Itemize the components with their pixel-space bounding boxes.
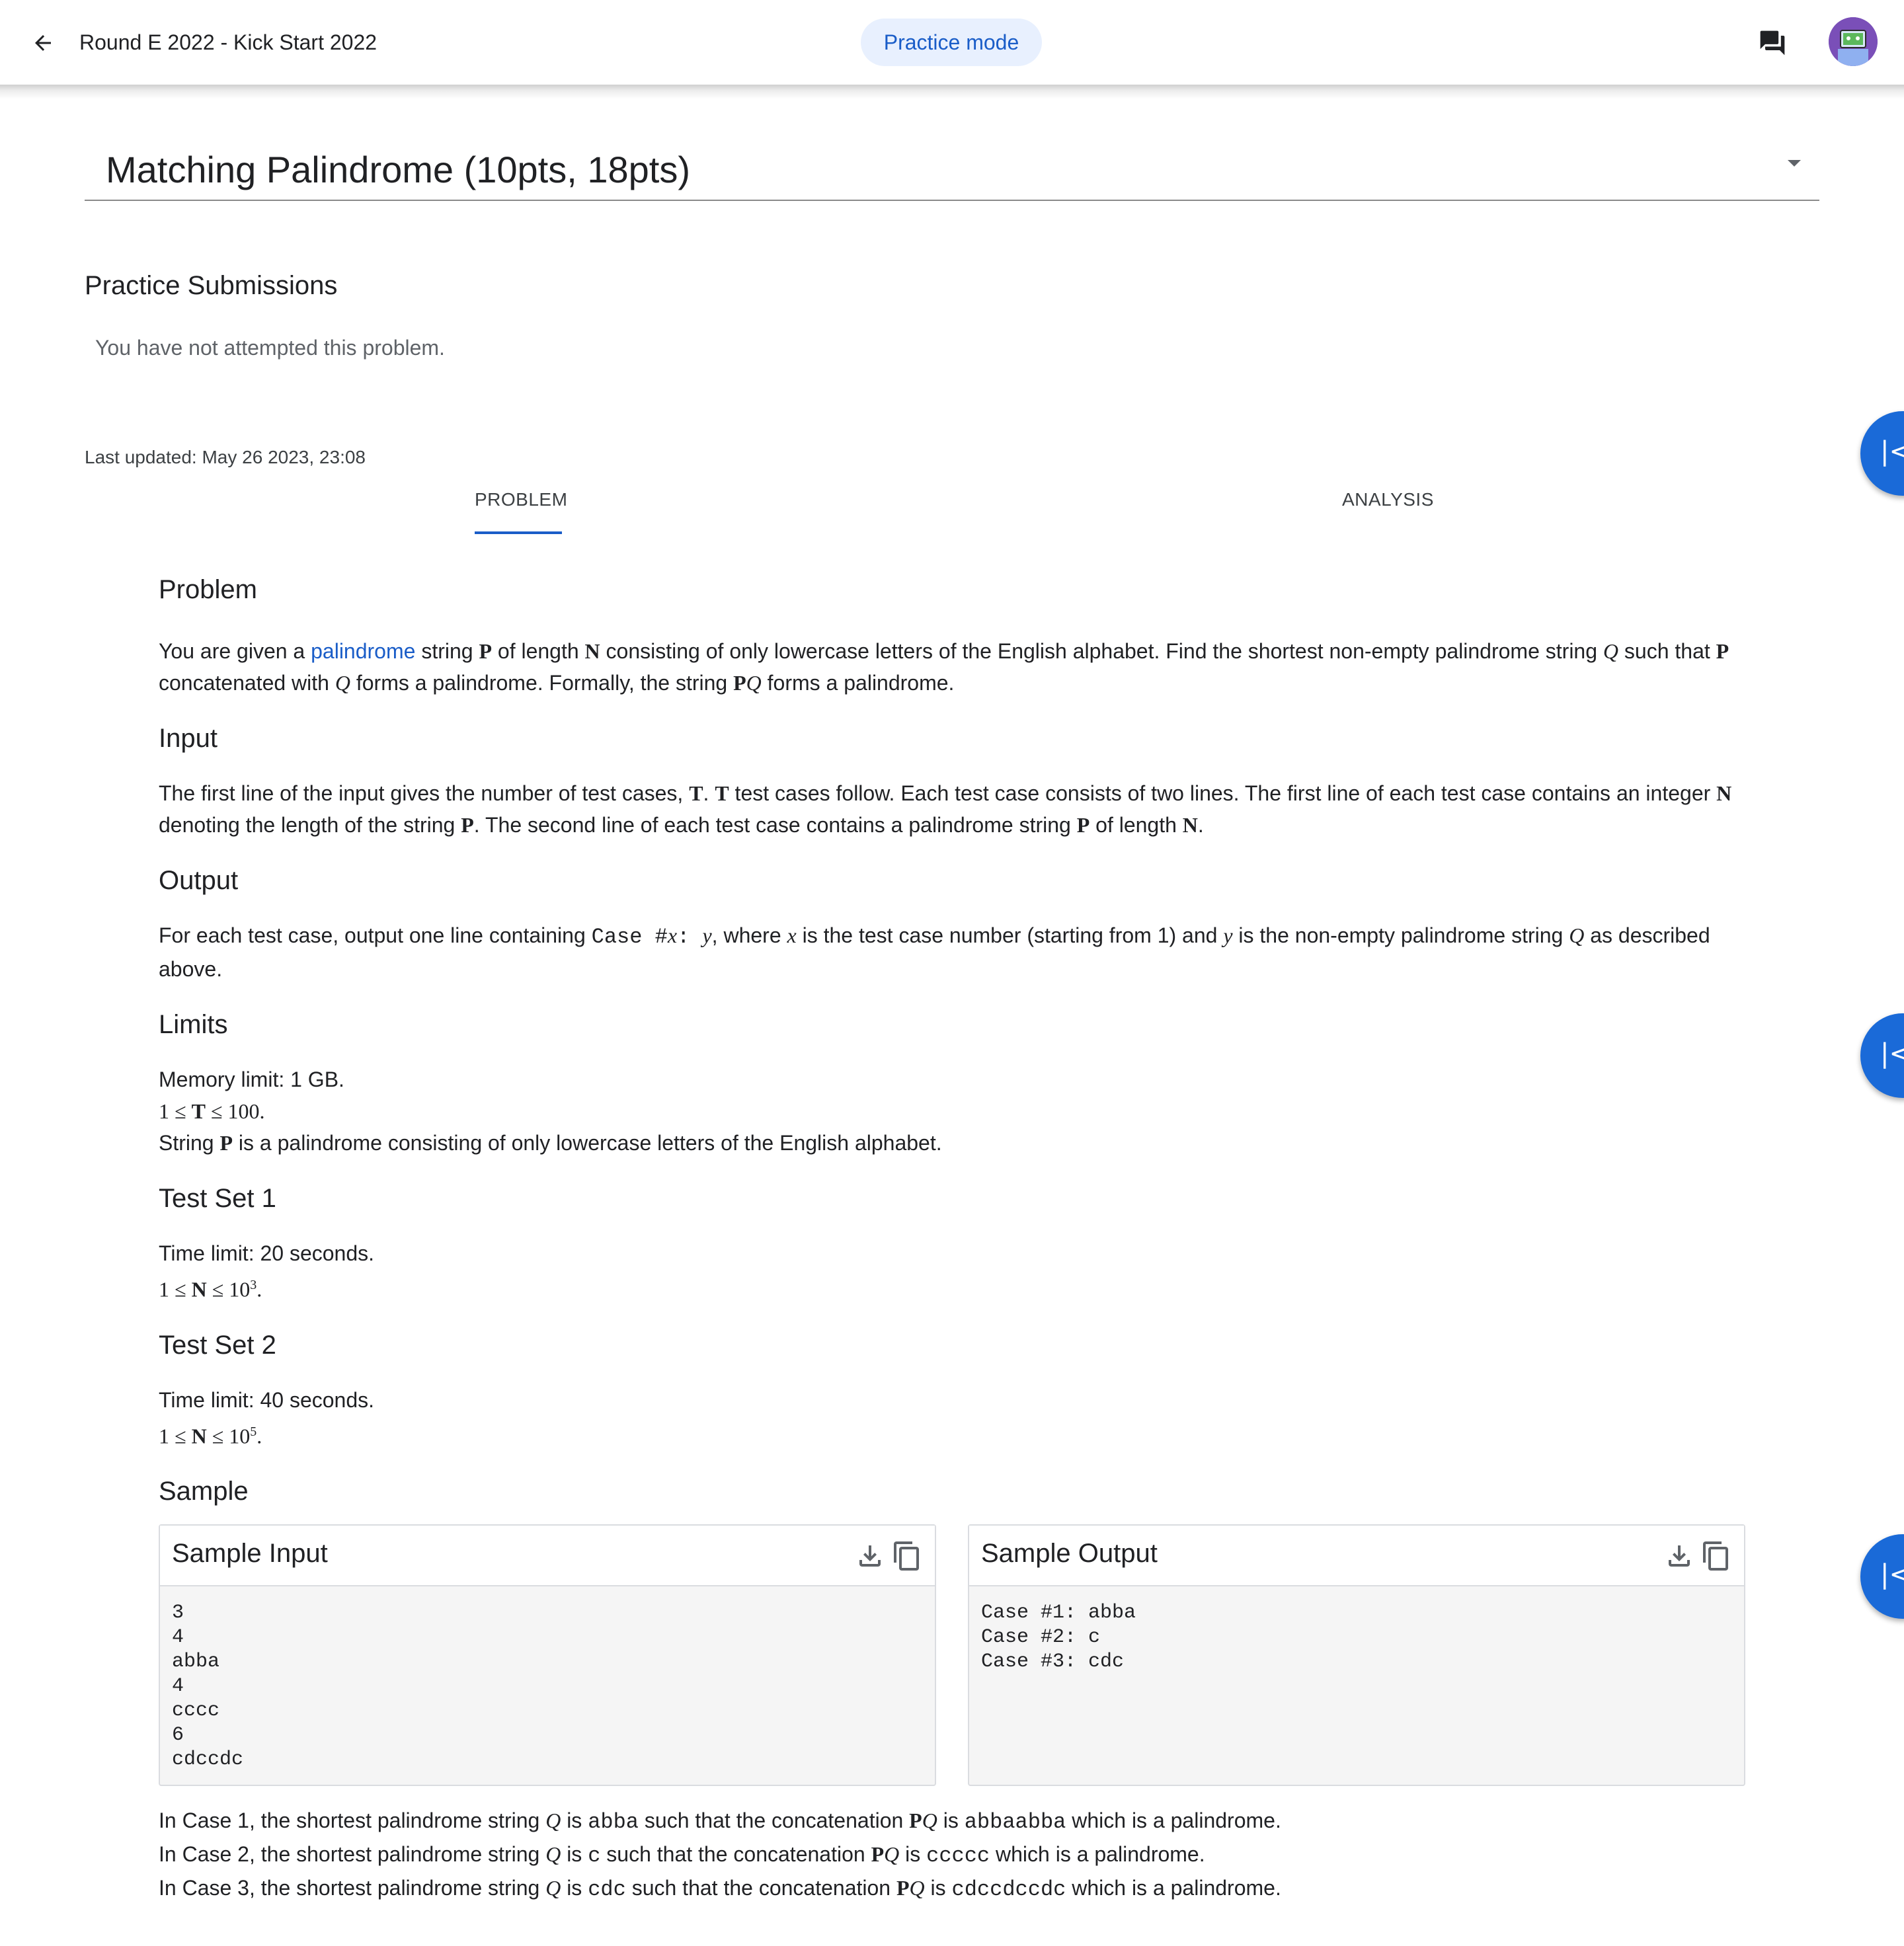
problem-heading: Problem [159,575,257,604]
active-tab-indicator [475,531,562,534]
download-icon [1669,1545,1690,1567]
palindrome-link[interactable]: palindrome [311,639,415,663]
sample-input-content: 3 4 abba 4 cccc 6 cdccdc [172,1602,244,1771]
sample-heading: Sample [159,1477,249,1506]
submissions-empty-text: You have not attempted this problem. [95,336,445,360]
back-button[interactable] [26,26,60,59]
download-button[interactable] [1663,1540,1695,1572]
sample-input-title: Sample Input [172,1539,328,1568]
copy-button[interactable] [1700,1540,1732,1572]
test-set-1-heading: Test Set 1 [159,1184,276,1213]
problem-statement: Problem You are given a palindrome strin… [159,575,1745,1506]
output-heading: Output [159,866,239,895]
sample-output-content: Case #1: abba Case #2: c Case #3: cdc [981,1602,1136,1673]
top-app-bar: Round E 2022 - Kick Start 2022 Practice … [0,0,1904,85]
arrow-back-icon [35,35,51,51]
problem-selector[interactable]: Matching Palindrome (10pts, 18pts) [85,132,1819,201]
header-shadow [0,85,1904,99]
side-panel-button[interactable]: |< [1860,1013,1904,1098]
test-set-2-heading: Test Set 2 [159,1330,276,1360]
download-button[interactable] [854,1540,886,1572]
side-panel-button[interactable]: |< [1860,411,1904,496]
limits-memory: Memory limit: 1 GB. [159,1068,344,1091]
explanation-line: In Case 2, the shortest palindrome strin… [159,1842,1205,1868]
input-heading: Input [159,724,218,753]
tab-problem[interactable]: PROBLEM [475,489,567,510]
sample-output-panel: Sample Output Case #1: abba Case #2: c C… [968,1524,1745,1786]
sample-input-panel: Sample Input 3 4 abba 4 cccc 6 cdccdc [159,1524,936,1786]
avatar-image-icon [1829,17,1878,66]
dropdown-caret-icon [1788,160,1801,167]
sample-explanations: In Case 1, the shortest palindrome strin… [159,1805,1281,1906]
chat-button[interactable] [1756,26,1789,59]
test-set-2-bound: 1 ≤ N ≤ 105. [159,1424,262,1448]
practice-mode-chip[interactable]: Practice mode [861,19,1042,66]
user-avatar[interactable] [1829,17,1878,66]
copy-icon [894,1541,919,1571]
collapse-left-icon: |< [1880,1559,1904,1590]
tab-analysis[interactable]: ANALYSIS [1342,489,1434,510]
collapse-left-icon: |< [1880,436,1904,467]
explanation-line: In Case 1, the shortest palindrome strin… [159,1809,1281,1834]
download-icon [859,1545,881,1567]
test-set-2-time: Time limit: 40 seconds. [159,1387,375,1412]
problem-paragraph: You are given a palindrome string P of l… [159,639,1729,695]
output-paragraph: For each test case, output one line cont… [159,923,1710,981]
sample-output-title: Sample Output [981,1539,1158,1568]
chat-icon [1760,30,1785,56]
limits-string: String P is a palindrome consisting of o… [159,1131,942,1155]
input-paragraph: The first line of the input gives the nu… [159,781,1732,837]
submissions-heading: Practice Submissions [85,271,338,300]
last-updated: Last updated: May 26 2023, 23:08 [85,447,366,467]
explanation-line: In Case 3, the shortest palindrome strin… [159,1876,1281,1902]
problem-title: Matching Palindrome (10pts, 18pts) [106,149,690,190]
test-set-1-time: Time limit: 20 seconds. [159,1241,375,1265]
collapse-left-icon: |< [1880,1038,1904,1069]
copy-button[interactable] [891,1540,923,1572]
limits-t: 1 ≤ T ≤ 100. [159,1099,265,1123]
copy-icon [1703,1541,1728,1571]
side-panel-button[interactable]: |< [1860,1534,1904,1619]
contest-title: Round E 2022 - Kick Start 2022 [79,30,377,54]
sample-input-header: Sample Input [160,1526,935,1586]
test-set-1-bound: 1 ≤ N ≤ 103. [159,1277,262,1302]
limits-heading: Limits [159,1010,228,1039]
sample-output-header: Sample Output [969,1526,1744,1586]
